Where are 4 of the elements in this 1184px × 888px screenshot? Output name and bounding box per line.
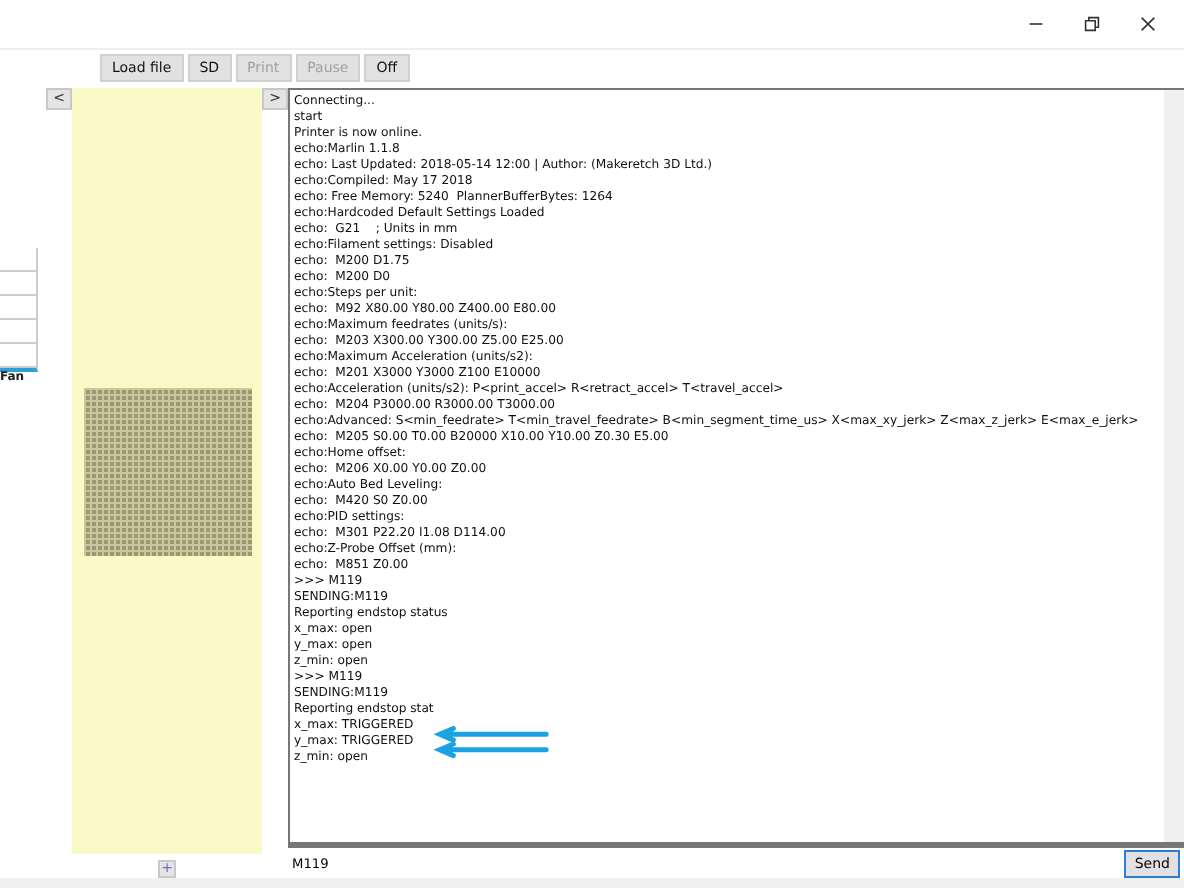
restore-icon[interactable] [1084, 16, 1100, 32]
scrollbar[interactable] [1164, 90, 1184, 842]
annotation-arrows [434, 726, 550, 762]
close-icon[interactable] [1140, 16, 1156, 32]
